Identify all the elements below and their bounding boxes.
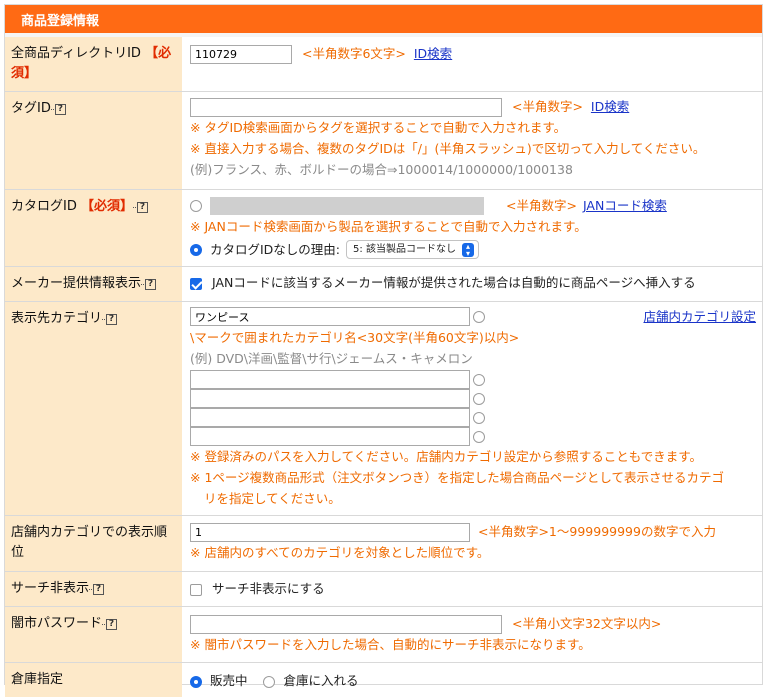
tag-id-input[interactable] [190, 98, 502, 117]
value-cell: <半角数字>1～999999999の数字で入力 ※ 店舗内のすべてのカテゴリを対… [182, 516, 762, 572]
help-icon[interactable]: ? [55, 104, 66, 115]
warehouse-sale-label: 販売中 [210, 673, 248, 688]
help-icon[interactable]: ? [145, 279, 156, 290]
display-category-label: 表示先カテゴリ [11, 311, 102, 326]
search-hide-label: サーチ非表示 [11, 581, 89, 596]
display-category-radio-5[interactable] [473, 431, 485, 443]
black-market-password-input[interactable] [190, 615, 502, 634]
category-settings-link[interactable]: 店舗内カテゴリ設定 [643, 306, 756, 327]
directory-id-input[interactable] [190, 45, 292, 64]
value-cell: <半角数字> ID検索 ※ タグID検索画面からタグを選択することで自動で入力さ… [182, 92, 762, 190]
value-cell: <半角数字6文字> ID検索 [182, 37, 762, 92]
search-hide-checkbox-label: サーチ非表示にする [212, 581, 325, 596]
display-category-hint-2: ※ 1ページ複数商品形式（注文ボタンつき）を指定した場合商品ページとして表示させ… [190, 467, 756, 488]
tag-example: (例)フランス、赤、ボルドーの場合⇒1000014/1000000/100013… [190, 159, 756, 180]
warehouse-store-label: 倉庫に入れる [283, 673, 358, 688]
search-hide-checkbox[interactable] [190, 584, 202, 596]
display-category-radio[interactable] [473, 311, 485, 323]
catalog-id-input[interactable] [210, 197, 484, 215]
section-title: 商品登録情報 [21, 10, 99, 29]
value-cell: 店舗内カテゴリ設定 \マークで囲まれたカテゴリ名<30文字(半角60文字)以内>… [182, 302, 762, 516]
catalog-id-note: <半角数字> [506, 195, 577, 216]
catalog-id-label: カタログID [11, 199, 77, 214]
display-category-input[interactable] [190, 307, 470, 326]
value-cell: <半角小文字32文字以内> ※ 闇市パスワードを入力した場合、自動的にサーチ非表… [182, 607, 762, 663]
row-maker-info: メーカー提供情報表示? JANコードに該当するメーカー情報が提供された場合は自動… [5, 267, 762, 302]
directory-id-note: <半角数字6文字> [302, 46, 406, 61]
help-icon[interactable]: ? [106, 314, 117, 325]
tag-id-search-link[interactable]: ID検索 [591, 99, 629, 114]
label-cell: タグID? [5, 92, 182, 190]
black-market-password-hint: ※ 闇市パスワードを入力した場合、自動的にサーチ非表示になります。 [190, 634, 756, 655]
display-category-input-5[interactable] [190, 427, 470, 446]
display-category-input-2[interactable] [190, 370, 470, 389]
row-catalog-id: カタログID 【必須】? <半角数字> JANコード検索 ※ JANコード検索画… [5, 190, 762, 267]
product-registration-form: 商品登録情報 全商品ディレクトリID 【必須】 <半角数字6文字> ID検索 タ… [4, 4, 763, 685]
tag-hint-1: ※ タグID検索画面からタグを選択することで自動で入力されます。 [190, 117, 756, 138]
row-black-market-password: 闇市パスワード? <半角小文字32文字以内> ※ 闇市パスワードを入力した場合、… [5, 607, 762, 663]
directory-id-search-link[interactable]: ID検索 [414, 46, 452, 61]
row-display-category: 表示先カテゴリ? 店舗内カテゴリ設定 \マークで囲まれたカテゴリ名<30文字(半… [5, 302, 762, 516]
display-category-radio-2[interactable] [473, 374, 485, 386]
value-cell: <半角数字> JANコード検索 ※ JANコード検索画面から製品を選択することで… [182, 190, 762, 267]
display-category-radio-3[interactable] [473, 393, 485, 405]
display-order-input[interactable] [190, 523, 470, 542]
maker-info-checkbox[interactable] [190, 278, 202, 290]
label-cell: 全商品ディレクトリID 【必須】 [5, 37, 182, 92]
value-cell: 販売中 倉庫に入れる [182, 663, 762, 697]
display-order-note: <半角数字>1～999999999の数字で入力 [478, 524, 716, 539]
label-cell: 店舗内カテゴリでの表示順位 [5, 516, 182, 572]
jan-code-search-link[interactable]: JANコード検索 [583, 195, 667, 216]
tag-id-label: タグID [11, 101, 51, 116]
display-category-hint-2-cont: リを指定してください。 [190, 488, 756, 509]
no-catalog-reason-select[interactable]: 5: 該当製品コードなし ▴▾ [346, 240, 479, 259]
tag-id-note: <半角数字> [512, 99, 583, 114]
display-category-input-3[interactable] [190, 389, 470, 408]
required-mark: 【必須】 [81, 199, 133, 214]
label-cell: カタログID 【必須】? [5, 190, 182, 267]
help-icon[interactable]: ? [137, 202, 148, 213]
catalog-id-radio[interactable] [190, 200, 202, 212]
label-cell: メーカー提供情報表示? [5, 267, 182, 302]
maker-info-label: メーカー提供情報表示 [11, 276, 141, 291]
reason-selected-value: 5: 該当製品コードなし [353, 239, 456, 260]
help-icon[interactable]: ? [106, 619, 117, 630]
label-cell: 倉庫指定 [5, 663, 182, 697]
section-header: 商品登録情報 [5, 5, 762, 37]
label-cell: 闇市パスワード? [5, 607, 182, 663]
maker-info-checkbox-label: JANコードに該当するメーカー情報が提供された場合は自動的に商品ページへ挿入する [212, 275, 696, 290]
row-display-order: 店舗内カテゴリでの表示順位 <半角数字>1～999999999の数字で入力 ※ … [5, 516, 762, 572]
chevron-updown-icon: ▴▾ [462, 243, 474, 257]
row-warehouse: 倉庫指定 販売中 倉庫に入れる [5, 663, 762, 697]
warehouse-sale-radio[interactable] [190, 676, 202, 688]
help-icon[interactable]: ? [93, 584, 104, 595]
black-market-password-label: 闇市パスワード [11, 616, 102, 631]
directory-id-label: 全商品ディレクトリID [11, 46, 141, 61]
row-directory-id: 全商品ディレクトリID 【必須】 <半角数字6文字> ID検索 [5, 37, 762, 92]
black-market-password-note: <半角小文字32文字以内> [512, 616, 661, 631]
display-order-label: 店舗内カテゴリでの表示順位 [11, 525, 167, 560]
display-category-input-4[interactable] [190, 408, 470, 427]
display-category-hint-1: ※ 登録済みのパスを入力してください。店舗内カテゴリ設定から参照することもできま… [190, 446, 756, 467]
value-cell: サーチ非表示にする [182, 572, 762, 607]
form-table: 全商品ディレクトリID 【必須】 <半角数字6文字> ID検索 タグID? <半… [5, 37, 762, 697]
row-tag-id: タグID? <半角数字> ID検索 ※ タグID検索画面からタグを選択することで… [5, 92, 762, 190]
value-cell: JANコードに該当するメーカー情報が提供された場合は自動的に商品ページへ挿入する [182, 267, 762, 302]
warehouse-label: 倉庫指定 [11, 672, 63, 687]
catalog-hint: ※ JANコード検索画面から製品を選択することで自動で入力されます。 [190, 216, 756, 237]
display-category-note: \マークで囲まれたカテゴリ名<30文字(半角60文字)以内> [190, 327, 756, 348]
warehouse-store-radio[interactable] [263, 676, 275, 688]
no-catalog-id-label: カタログIDなしの理由: [210, 239, 340, 260]
display-order-hint: ※ 店舗内のすべてのカテゴリを対象とした順位です。 [190, 542, 756, 563]
label-cell: サーチ非表示? [5, 572, 182, 607]
display-category-example: (例) DVD\洋画\監督\サ行\ジェームス・キャメロン [190, 348, 756, 369]
no-catalog-id-radio[interactable] [190, 244, 202, 256]
row-search-hide: サーチ非表示? サーチ非表示にする [5, 572, 762, 607]
tag-hint-2: ※ 直接入力する場合、複数のタグIDは「/」(半角スラッシュ)で区切って入力して… [190, 138, 756, 159]
label-cell: 表示先カテゴリ? [5, 302, 182, 516]
display-category-radio-4[interactable] [473, 412, 485, 424]
